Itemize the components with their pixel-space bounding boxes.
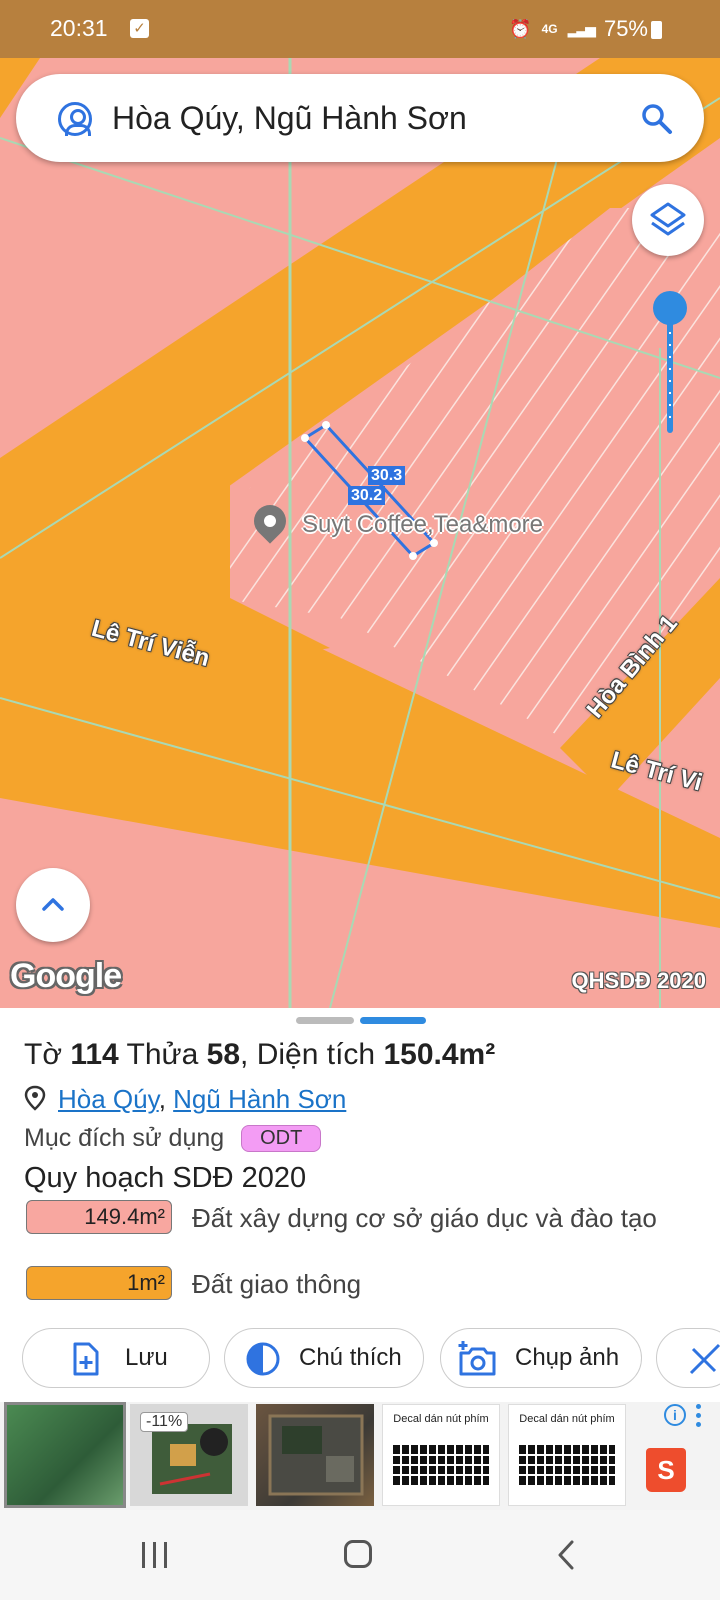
ad-banner[interactable]: -11% Decal dán nút phím Decal dán nút ph…	[0, 1402, 720, 1510]
sheet-label: Tờ	[24, 1038, 62, 1071]
sheet-handle[interactable]	[296, 1017, 354, 1024]
ad-product-thumbnail[interactable]	[256, 1404, 374, 1506]
parcel-vertex[interactable]	[301, 434, 309, 442]
legend-label: Chú thích	[299, 1344, 402, 1371]
action-row: Lưu Chú thích Chụp ảnh	[0, 1328, 720, 1390]
battery-level: 75%	[603, 16, 648, 41]
parcel-vertex[interactable]	[322, 421, 330, 429]
keyboard-decal-image	[519, 1445, 615, 1485]
status-time: 20:31	[50, 15, 108, 41]
decal-title: Decal dán nút phím	[519, 1413, 615, 1425]
measure-label-a: 30.3	[368, 466, 406, 485]
ruler-icon	[689, 1343, 720, 1375]
status-icons: ⏰ 4G ▂▃▅ 75%	[509, 16, 648, 42]
save-label: Lưu	[125, 1344, 168, 1371]
add-document-icon	[73, 1342, 99, 1376]
chevron-up-icon	[42, 898, 64, 911]
layer-name-label: QHSDĐ 2020	[571, 968, 706, 993]
measure-button[interactable]	[656, 1328, 720, 1388]
home-button[interactable]	[344, 1540, 372, 1568]
keyboard-decal-image	[393, 1445, 489, 1485]
plan-area-box: 149.4m²	[26, 1200, 172, 1234]
poi-label[interactable]: Suyt Coffee,Tea&more	[302, 511, 543, 539]
purpose-code-badge: ODT	[241, 1125, 322, 1152]
parcel-title: Tờ 114 Thửa 58, Diện tích 150.4m²	[24, 1038, 495, 1072]
status-bar: 20:31 ✓ ⏰ 4G ▂▃▅ 75%	[0, 0, 720, 58]
legend-button[interactable]: Chú thích	[224, 1328, 424, 1388]
plot-label: Thửa	[126, 1038, 199, 1071]
contrast-icon	[246, 1342, 280, 1376]
take-photo-button[interactable]: Chụp ảnh	[440, 1328, 642, 1388]
plan-area-box: 1m²	[26, 1266, 172, 1300]
measure-label-b: 30.2	[348, 486, 386, 505]
ward-link[interactable]: Hòa Qúy	[58, 1084, 159, 1114]
plan-description: Đất xây dựng cơ sở giáo dục và đào tạo	[192, 1203, 657, 1233]
plot-number: 58	[206, 1038, 241, 1071]
land-use-purpose: Mục đích sử dụng ODT	[24, 1124, 322, 1153]
search-query[interactable]: Hòa Qúy, Ngũ Hành Sơn	[112, 100, 467, 137]
slider-handle[interactable]	[653, 291, 687, 325]
area-value: 150.4m²	[383, 1038, 496, 1071]
recent-apps-button[interactable]	[142, 1542, 172, 1568]
layers-button[interactable]	[632, 184, 704, 256]
location-line: Hòa Qúy, Ngũ Hành Sơn	[24, 1084, 346, 1115]
discount-badge: -11%	[140, 1412, 189, 1432]
search-icon[interactable]	[640, 102, 674, 136]
sheet-handle-active[interactable]	[360, 1017, 426, 1024]
expand-button[interactable]	[16, 868, 90, 942]
ad-product-thumbnail[interactable]	[4, 1402, 126, 1508]
google-logo: Google	[10, 957, 122, 995]
search-bar[interactable]: Hòa Qúy, Ngũ Hành Sơn	[16, 74, 704, 162]
ad-more-icon[interactable]	[696, 1404, 702, 1428]
add-photo-icon	[458, 1341, 496, 1376]
notification-check-icon: ✓	[130, 19, 149, 38]
ad-info-icon[interactable]: i	[664, 1404, 686, 1426]
layers-icon	[650, 202, 686, 236]
ad-product-thumbnail[interactable]: -11%	[130, 1404, 248, 1506]
purpose-label: Mục đích sử dụng	[24, 1124, 225, 1152]
network-type: 4G	[541, 22, 558, 36]
shopee-logo-icon[interactable]: S	[646, 1448, 686, 1492]
ad-product-thumbnail[interactable]: Decal dán nút phím	[382, 1404, 500, 1506]
account-icon[interactable]	[58, 102, 92, 136]
location-separator: ,	[158, 1084, 166, 1114]
product-image	[268, 1414, 364, 1496]
opacity-slider[interactable]	[652, 290, 688, 440]
sheet-number: 114	[70, 1038, 119, 1071]
save-button[interactable]: Lưu	[22, 1328, 210, 1388]
take-photo-label: Chụp ảnh	[515, 1344, 620, 1371]
signal-icon: ▂▃▅	[567, 20, 596, 37]
map-view[interactable]: 30.3 30.2 Suyt Coffee,Tea&more Lê Trí Vi…	[0, 58, 720, 1008]
back-button[interactable]	[552, 1540, 582, 1570]
navigation-bar	[0, 1510, 720, 1600]
plan-title: Quy hoạch SDĐ 2020	[24, 1162, 307, 1194]
decal-title: Decal dán nút phím	[393, 1413, 489, 1425]
plan-description: Đất giao thông	[192, 1269, 362, 1299]
parcel-vertex[interactable]	[430, 539, 438, 547]
location-pin-icon	[24, 1085, 46, 1111]
ad-product-thumbnail[interactable]: Decal dán nút phím	[508, 1404, 626, 1506]
area-label: , Diện tích	[240, 1038, 376, 1071]
alarm-icon: ⏰	[509, 18, 532, 39]
parcel-info-sheet[interactable]: Tờ 114 Thửa 58, Diện tích 150.4m² Hòa Qú…	[0, 1008, 720, 1402]
district-link[interactable]: Ngũ Hành Sơn	[173, 1084, 346, 1114]
parcel-vertex[interactable]	[409, 552, 417, 560]
battery-icon	[651, 21, 662, 39]
